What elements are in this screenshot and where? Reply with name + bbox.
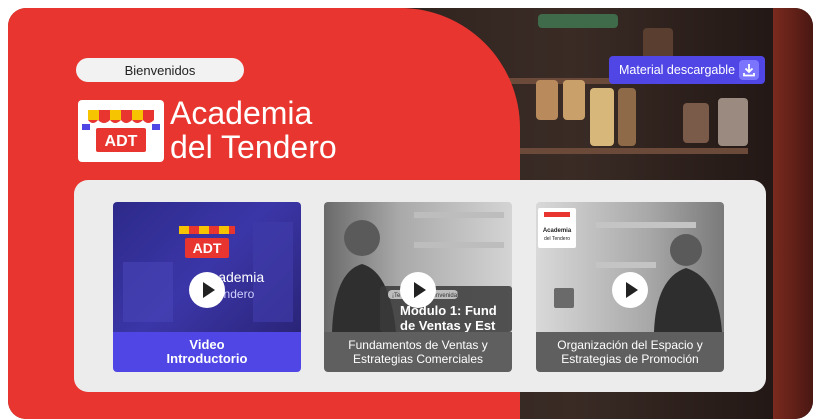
svg-text:Academia: Academia: [543, 228, 572, 234]
welcome-text: Bienvenidos: [124, 62, 196, 78]
download-material-button[interactable]: Material descargable: [609, 56, 765, 84]
play-button[interactable]: [612, 272, 648, 308]
play-button[interactable]: [189, 272, 225, 308]
video-thumbnail: ADT Academia del Tendero: [113, 202, 301, 332]
caption-line2: Estrategias Comerciales: [352, 352, 484, 366]
caption-line2: Estrategias de Promoción: [561, 352, 699, 366]
video-thumbnail: ¡Te damos la bienvenida! Modulo 1: Fund …: [324, 202, 512, 333]
welcome-pill: Bienvenidos: [76, 58, 244, 82]
video-card-module-2[interactable]: Academia del Tendero Organización del Es…: [536, 202, 724, 372]
svg-text:de Ventas y Est: de Ventas y Est: [400, 318, 496, 332]
brand-title: Academia del Tendero: [170, 96, 337, 164]
jar: [590, 88, 614, 146]
brand-title-line2: del Tendero: [170, 129, 337, 165]
svg-text:ADT: ADT: [193, 240, 222, 256]
jar: [683, 103, 709, 143]
play-button[interactable]: [400, 272, 436, 308]
brand-title-line1: Academia: [170, 95, 313, 131]
jar: [718, 98, 748, 146]
jar: [538, 14, 618, 28]
jar: [618, 88, 636, 146]
video-card-module-1[interactable]: ¡Te damos la bienvenida! Modulo 1: Fund …: [324, 202, 512, 372]
jar: [563, 80, 585, 120]
video-caption: Fundamentos de Ventas y Estrategias Come…: [324, 332, 512, 372]
svg-text:ADT: ADT: [105, 133, 138, 150]
shelf: [488, 148, 748, 154]
jar: [536, 80, 558, 120]
caption-line1: Organización del Espacio y: [557, 338, 703, 352]
door: [773, 8, 813, 419]
svg-text:del Tendero: del Tendero: [544, 236, 570, 242]
video-caption: Video Introductorio: [113, 332, 301, 372]
download-material-label: Material descargable: [619, 63, 736, 77]
thumb-artwork: ¡Te damos la bienvenida! Modulo 1: Fund …: [332, 212, 512, 333]
hero-banner: Bienvenidos ADT Academia del Tendero Mat…: [8, 8, 813, 419]
caption-line2: Introductorio: [166, 351, 248, 366]
download-icon: [739, 60, 759, 80]
brand-logo: ADT: [78, 100, 164, 162]
adt-logo-icon: ADT: [82, 110, 160, 152]
video-thumbnail: Academia del Tendero: [536, 202, 724, 332]
thumb-artwork: Academia del Tendero: [538, 208, 722, 332]
thumb-artwork: ADT Academia del Tendero: [123, 222, 293, 322]
caption-line1: Fundamentos de Ventas y: [348, 338, 488, 352]
caption-line1: Video: [189, 337, 225, 352]
video-caption: Organización del Espacio y Estrategias d…: [536, 332, 724, 372]
video-card-intro[interactable]: ADT Academia del Tendero Video Introduct…: [113, 202, 301, 372]
video-card-panel: ADT Academia del Tendero Video Introduct…: [74, 180, 766, 392]
